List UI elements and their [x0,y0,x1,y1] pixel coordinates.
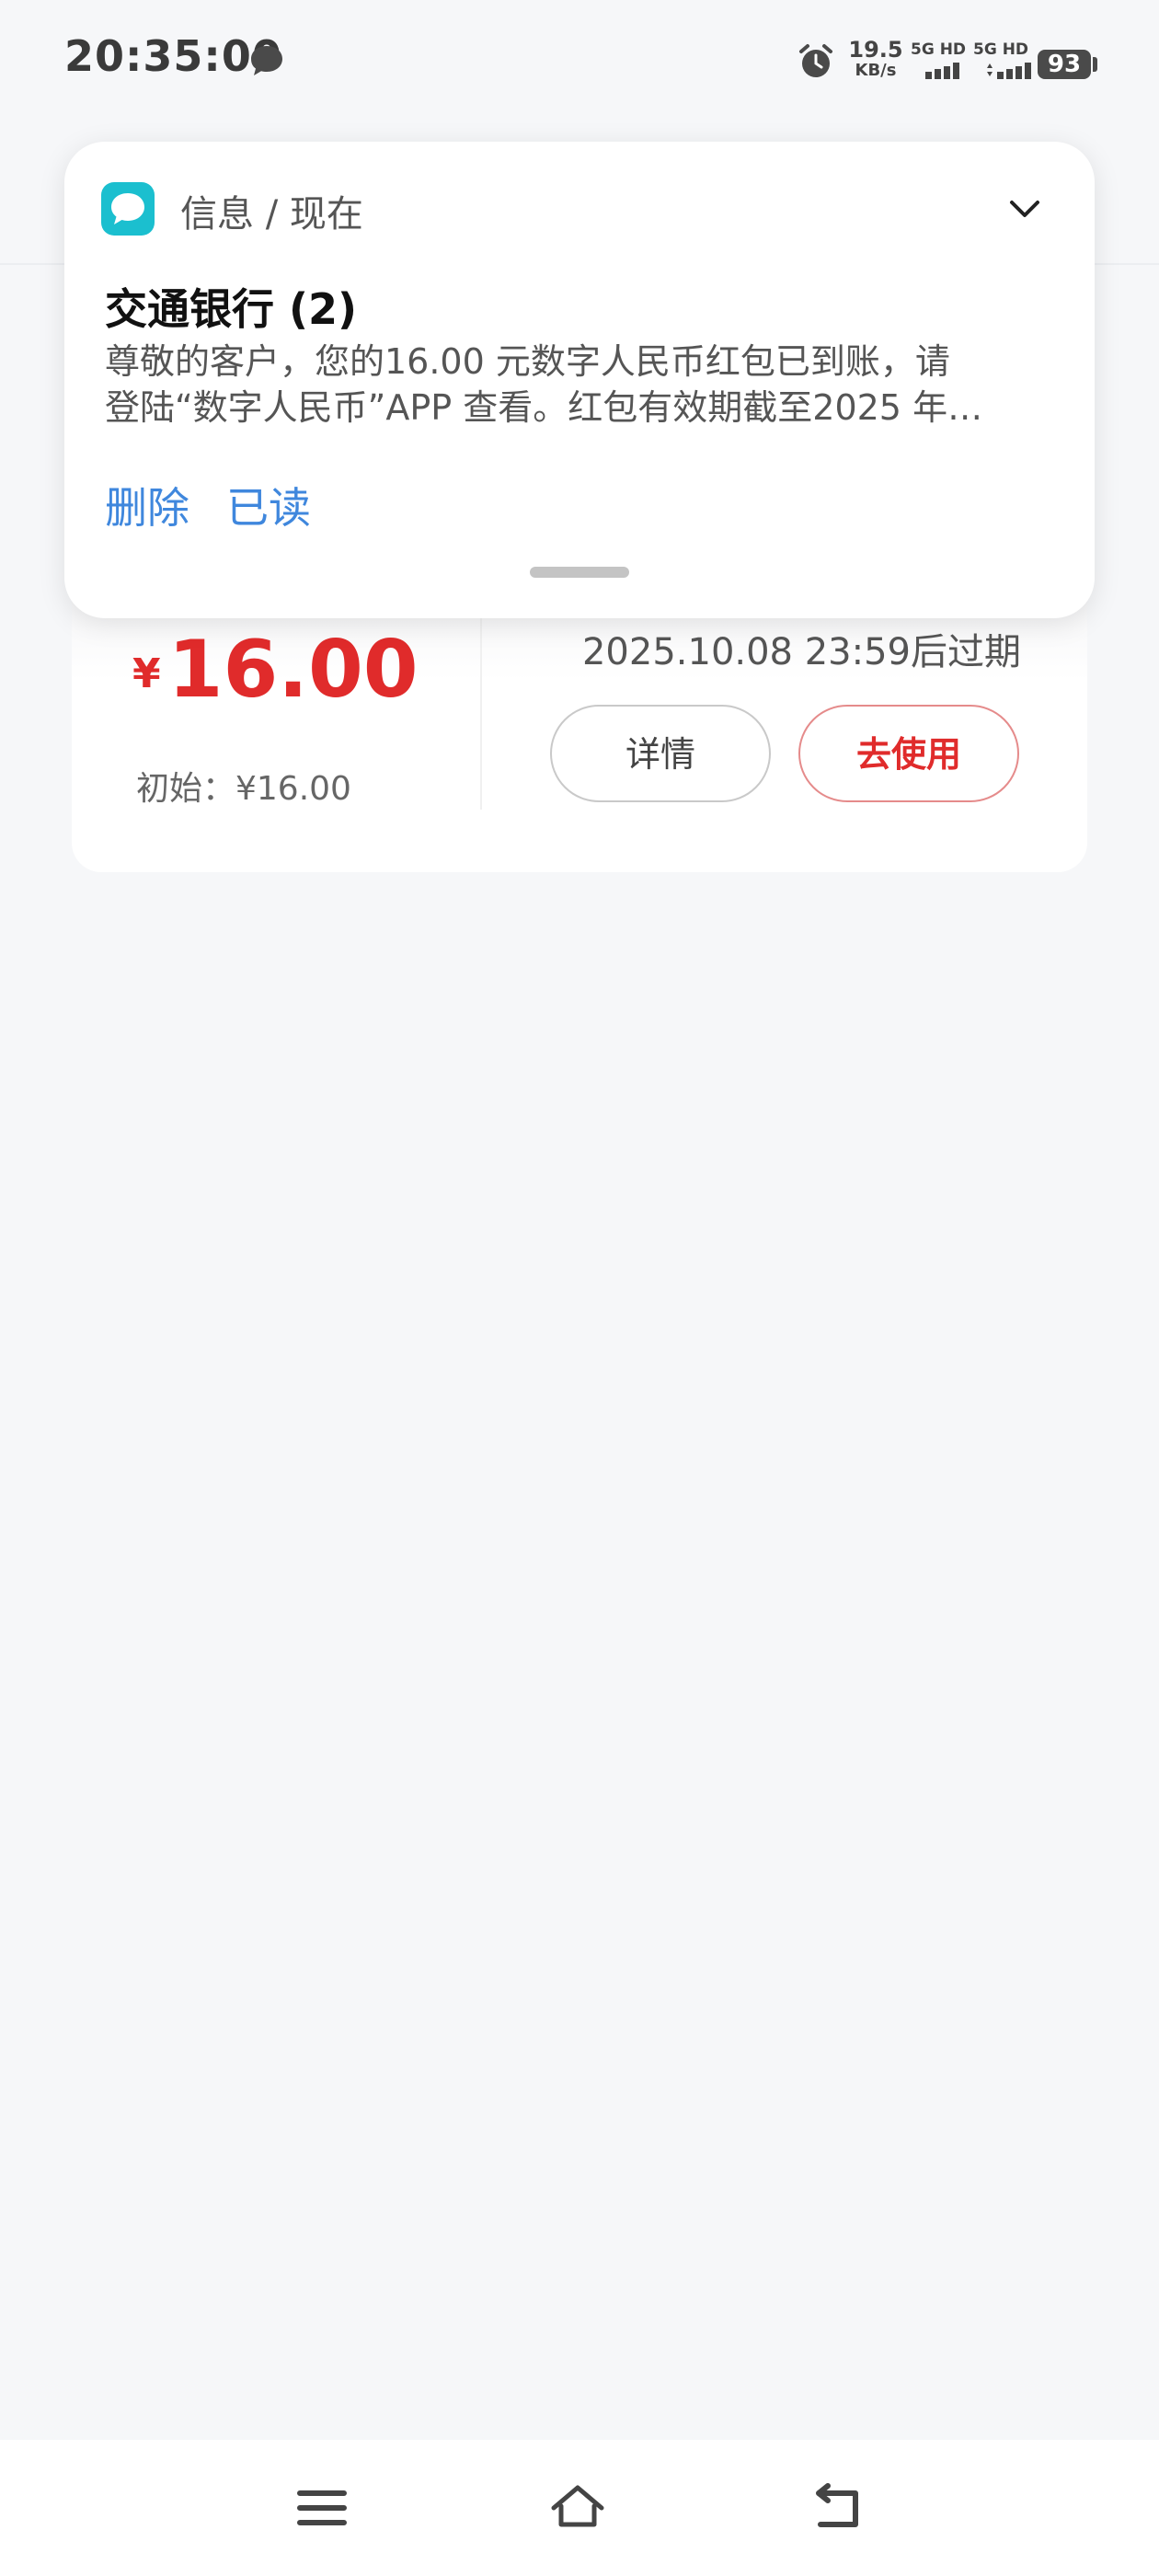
notification-body-line: 尊敬的客户，您的16.00 元数字人民币红包已到账，请 [105,341,950,382]
chat-bubble-icon [251,46,282,75]
status-bar: 20:35:00 19.5 KB/s 5G HD 5G HD 93 [0,0,1159,129]
amount-value: 16.00 [167,624,419,716]
sim1-signal: 5G HD [911,40,971,83]
currency-symbol: ¥ [132,650,161,697]
battery-tip [1093,57,1097,72]
back-icon[interactable] [808,2480,866,2536]
sim2-signal: 5G HD [973,40,1034,83]
packet-amount: ¥16.00 [132,624,419,716]
card-divider [480,616,482,810]
network-speed: 19.5 KB/s [848,37,903,80]
notification-body-line: 登陆“数字人民币”APP 查看。红包有效期截至2025 年… [105,387,983,428]
mark-read-action-button[interactable]: 已读 [226,475,311,535]
delete-action-button[interactable]: 删除 [105,475,189,535]
messages-app-icon [101,182,155,236]
navigation-bar [0,2440,1159,2576]
initial-amount: 初始：¥16.00 [136,770,351,808]
chevron-down-icon[interactable] [1006,195,1043,223]
use-button[interactable]: 去使用 [798,705,1019,802]
notification-body: 尊敬的客户，您的16.00 元数字人民币红包已到账，请 登陆“数字人民币”APP… [105,339,1061,431]
drag-handle[interactable] [530,567,629,578]
expiry-text: 2025.10.08 23:59后过期 [581,631,1021,673]
detail-button[interactable]: 详情 [550,705,771,802]
sms-notification[interactable]: 信息 / 现在 交通银行 (2) 尊敬的客户，您的16.00 元数字人民币红包已… [64,142,1095,618]
menu-icon[interactable] [293,2480,351,2536]
notification-app-label: 信息 / 现在 [180,193,363,236]
battery-icon: 93 [1038,50,1091,79]
notification-title: 交通银行 (2) [105,284,358,334]
alarm-icon [799,44,832,77]
home-icon[interactable] [548,2480,607,2536]
signal-icon [925,63,959,79]
signal-data-icon [987,63,1031,79]
